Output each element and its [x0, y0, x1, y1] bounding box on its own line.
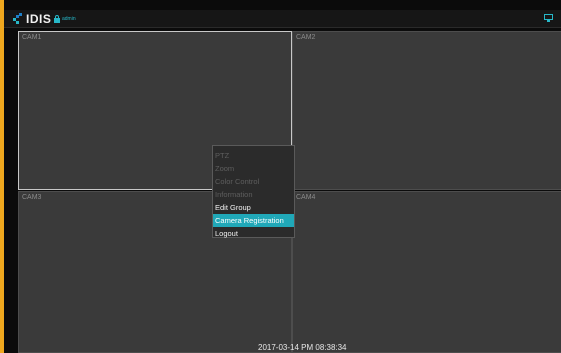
- brand-logo-text: IDIS: [26, 12, 52, 26]
- idis-logo-mark-icon: [13, 13, 23, 25]
- camera-label: CAM1: [22, 34, 42, 41]
- context-menu: PTZ Zoom Color Control Information Edit …: [212, 145, 295, 238]
- camera-label: CAM3: [22, 194, 42, 201]
- menu-item-logout[interactable]: Logout: [213, 227, 294, 240]
- menu-item-camera-registration[interactable]: Camera Registration: [213, 214, 294, 227]
- logged-in-user[interactable]: admin: [54, 13, 76, 25]
- monitor-icon[interactable]: [544, 14, 553, 23]
- menu-item-zoom[interactable]: Zoom: [213, 162, 294, 175]
- camera-tile-2[interactable]: CAM2: [292, 31, 561, 190]
- camera-tile-4[interactable]: CAM4: [292, 191, 561, 353]
- camera-label: CAM2: [296, 34, 316, 41]
- camera-label: CAM4: [296, 194, 316, 201]
- menu-item-color-control[interactable]: Color Control: [213, 175, 294, 188]
- menu-item-edit-group[interactable]: Edit Group: [213, 201, 294, 214]
- menu-item-ptz[interactable]: PTZ: [213, 149, 294, 162]
- top-bar: IDIS admin: [4, 10, 561, 28]
- user-name: admin: [62, 16, 76, 22]
- idis-live-view-screen: IDIS admin CAM1 CAM2 CAM3 CAM4 PTZ Zoom …: [0, 0, 561, 353]
- menu-item-information[interactable]: Information: [213, 188, 294, 201]
- current-datetime: 2017-03-14 PM 08:38:34: [258, 343, 347, 352]
- lock-icon: [54, 15, 60, 23]
